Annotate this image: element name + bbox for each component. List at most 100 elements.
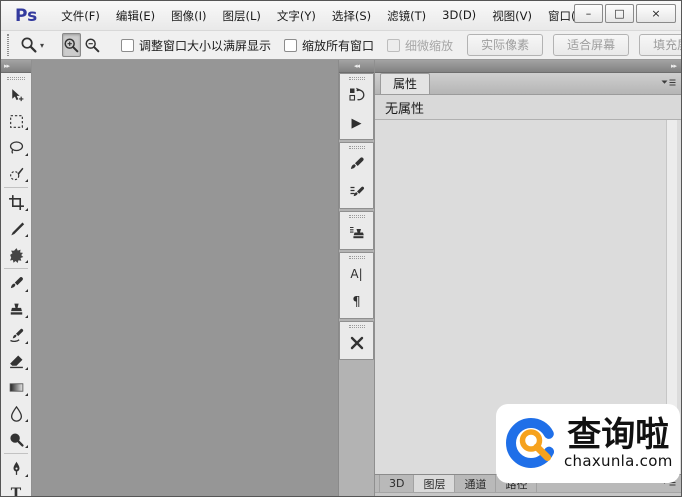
panel-menu-icon[interactable]	[661, 79, 676, 88]
flyout-indicator	[25, 315, 28, 318]
options-bar-grip[interactable]	[7, 34, 9, 56]
flyout-indicator	[25, 260, 28, 263]
checkbox-label: 调整窗口大小以满屏显示	[139, 37, 271, 54]
tab-channels[interactable]: 通道	[455, 475, 496, 492]
panel-collapse-button[interactable]: ▸▸	[375, 60, 681, 73]
dock-group	[339, 211, 374, 250]
maximize-button[interactable]: □	[605, 4, 634, 23]
tab-properties[interactable]: 属性	[380, 73, 430, 94]
watermark: 查询啦 chaxunla.com	[496, 404, 680, 483]
dock-group-grip[interactable]	[349, 256, 365, 259]
flyout-indicator	[25, 393, 28, 396]
photoshop-logo: Ps	[15, 6, 37, 26]
watermark-text: 查询啦 chaxunla.com	[564, 418, 673, 470]
lasso-tool[interactable]	[1, 134, 31, 160]
zoom-out-button[interactable]	[83, 33, 102, 57]
menu-type[interactable]: 文字(Y)	[269, 4, 324, 28]
properties-status: 无属性	[375, 95, 681, 120]
move-tool[interactable]	[1, 82, 31, 108]
eyedropper-tool[interactable]	[1, 215, 31, 241]
zoom-all-windows-option: 缩放所有窗口	[284, 37, 374, 54]
minimize-button[interactable]: –	[574, 4, 603, 23]
character-panel-icon[interactable]: A|	[340, 260, 373, 288]
brush-presets-panel-icon[interactable]	[340, 178, 373, 206]
history-brush-tool[interactable]	[1, 322, 31, 348]
flyout-indicator	[25, 127, 28, 130]
crop-tool[interactable]	[1, 189, 31, 215]
blur-tool[interactable]	[1, 400, 31, 426]
dock-group-grip[interactable]	[349, 77, 365, 80]
flyout-indicator	[25, 234, 28, 237]
toolbox-grip[interactable]	[7, 77, 25, 80]
zoom-in-button[interactable]	[62, 33, 81, 57]
dock-group-grip[interactable]	[349, 146, 365, 149]
fill-screen-button: 填充屏幕	[639, 34, 681, 56]
menu-layer[interactable]: 图层(L)	[215, 4, 269, 28]
tab-3d[interactable]: 3D	[379, 475, 414, 492]
resize-windows-checkbox[interactable]	[121, 39, 134, 52]
watermark-domain: chaxunla.com	[564, 454, 673, 469]
checkbox-label: 细微缩放	[405, 37, 453, 54]
actual-pixels-button: 实际像素	[467, 34, 543, 56]
properties-tab-row: 属性	[375, 73, 681, 95]
dodge-tool[interactable]	[1, 426, 31, 452]
menu-3d[interactable]: 3D(D)	[434, 4, 484, 28]
resize-windows-to-fit-option: 调整窗口大小以满屏显示	[121, 37, 271, 54]
flyout-indicator	[25, 445, 28, 448]
panel-dock: ◂◂ ▶	[339, 60, 375, 496]
close-button[interactable]: ×	[636, 4, 676, 23]
toolbox-panel: ▸▸	[1, 60, 32, 496]
flyout-indicator	[25, 419, 28, 422]
fit-screen-button: 适合屏幕	[553, 34, 629, 56]
history-panel-icon[interactable]	[340, 81, 373, 109]
menu-edit[interactable]: 编辑(E)	[108, 4, 163, 28]
pen-tool[interactable]	[1, 455, 31, 481]
menu-image[interactable]: 图像(I)	[163, 4, 214, 28]
eraser-tool[interactable]	[1, 348, 31, 374]
dock-group-grip[interactable]	[349, 325, 365, 328]
menu-select[interactable]: 选择(S)	[324, 4, 379, 28]
flyout-indicator	[25, 474, 28, 477]
menu-filter[interactable]: 滤镜(T)	[379, 4, 434, 28]
quick-selection-tool[interactable]	[1, 160, 31, 186]
gradient-tool[interactable]	[1, 374, 31, 400]
panel-bottom-strip	[375, 492, 681, 496]
dock-group: A| ¶	[339, 252, 374, 319]
flyout-indicator	[25, 289, 28, 292]
toolbox-collapse-button[interactable]: ▸▸	[1, 60, 31, 73]
photoshop-window: Ps 文件(F) 编辑(E) 图像(I) 图层(L) 文字(Y) 选择(S) 滤…	[0, 0, 682, 497]
brush-panel-icon[interactable]	[340, 150, 373, 178]
spot-healing-brush-tool[interactable]	[1, 241, 31, 267]
tool-preset-picker[interactable]: ▾	[17, 34, 47, 56]
tab-layers[interactable]: 图层	[414, 475, 455, 492]
no-properties-label: 无属性	[385, 98, 424, 117]
dock-group	[339, 321, 374, 360]
watermark-title: 查询啦	[567, 418, 669, 454]
actions-panel-icon[interactable]: ▶	[340, 109, 373, 137]
paragraph-panel-icon[interactable]: ¶	[340, 288, 373, 316]
dock-group	[339, 142, 374, 209]
flyout-indicator	[25, 153, 28, 156]
tool-list: T	[1, 82, 31, 496]
type-tool-icon: T	[11, 486, 21, 496]
clone-stamp-tool[interactable]	[1, 296, 31, 322]
flyout-indicator	[25, 179, 28, 182]
clone-source-panel-icon[interactable]	[340, 219, 373, 247]
flyout-indicator	[25, 208, 28, 211]
dock-collapse-button[interactable]: ◂◂	[339, 60, 374, 73]
menu-file[interactable]: 文件(F)	[53, 4, 108, 28]
flyout-indicator	[25, 341, 28, 344]
dock-group-grip[interactable]	[349, 215, 365, 218]
tool-group-divider	[4, 453, 28, 454]
type-tool[interactable]: T	[1, 481, 31, 496]
zoom-all-windows-checkbox[interactable]	[284, 39, 297, 52]
menu-bar: 文件(F) 编辑(E) 图像(I) 图层(L) 文字(Y) 选择(S) 滤镜(T…	[53, 4, 599, 28]
tool-presets-panel-icon[interactable]	[340, 329, 373, 357]
canvas-area[interactable]	[32, 60, 339, 496]
zoom-tool-icon	[20, 36, 38, 54]
options-bar: ▾ 调整窗口大小以满屏显示 缩放所有窗口 细微缩放 实际像素 适合屏幕 填充屏幕	[1, 30, 681, 60]
rectangular-marquee-tool[interactable]	[1, 108, 31, 134]
menu-view[interactable]: 视图(V)	[484, 4, 540, 28]
brush-tool[interactable]	[1, 270, 31, 296]
tool-group-divider	[4, 268, 28, 269]
